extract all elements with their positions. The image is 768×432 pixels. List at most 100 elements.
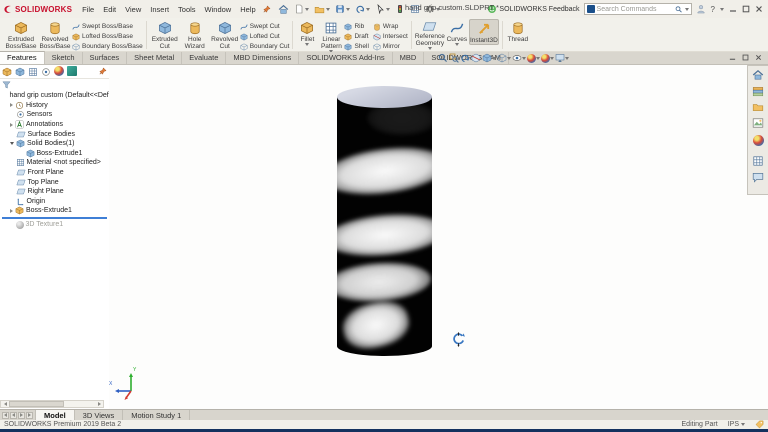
save-button[interactable] — [334, 3, 351, 15]
tree-item-front-plane[interactable]: Front Plane — [2, 168, 109, 178]
graphics-viewport[interactable]: X Y — [109, 65, 768, 409]
hole-wizard-button[interactable]: Hole Wizard — [180, 19, 210, 50]
linear-pattern-button[interactable]: Linear Pattern — [318, 19, 344, 53]
new-document-button[interactable] — [293, 3, 310, 15]
prev-tab-icon[interactable] — [10, 412, 17, 419]
tab-sketch[interactable]: Sketch — [45, 52, 83, 64]
apply-scene-icon[interactable] — [541, 54, 554, 63]
previous-view-icon[interactable] — [460, 53, 470, 63]
open-button[interactable] — [313, 3, 331, 16]
menu-window[interactable]: Window — [201, 3, 236, 16]
hide-show-items-icon[interactable] — [512, 53, 526, 63]
view-palette-icon[interactable] — [752, 117, 764, 129]
tab-sheet-metal[interactable]: Sheet Metal — [127, 52, 182, 64]
view-orientation-icon[interactable] — [482, 53, 496, 63]
doc-minimize-icon[interactable] — [729, 54, 736, 61]
lofted-cut-button[interactable]: Lofted Cut — [240, 32, 290, 41]
scroll-left-icon[interactable] — [1, 401, 9, 407]
model-hand-grip-body[interactable] — [337, 97, 432, 356]
tree-item-sensors[interactable]: Sensors — [2, 110, 109, 120]
login-person-icon[interactable] — [696, 4, 706, 14]
tree-item-annotations[interactable]: Annotations — [2, 120, 109, 130]
shell-button[interactable]: Shell — [344, 42, 368, 51]
expand-icon[interactable] — [10, 103, 13, 107]
curves-button[interactable]: Curves — [445, 19, 469, 46]
search-scope-icon[interactable] — [587, 5, 595, 13]
search-input[interactable] — [597, 6, 673, 13]
zoom-to-fit-icon[interactable] — [438, 53, 448, 63]
tree-item-solid-bodies[interactable]: Solid Bodies(1) — [2, 139, 109, 149]
draft-button[interactable]: Draft — [344, 32, 368, 41]
tab-solidworks-add-ins[interactable]: SOLIDWORKS Add-Ins — [299, 52, 392, 64]
reference-geometry-button[interactable]: Reference Geometry — [415, 19, 445, 50]
fillet-button[interactable]: Fillet — [296, 19, 318, 46]
help-button[interactable]: ? — [711, 5, 715, 14]
propertymanager-tab[interactable] — [15, 67, 25, 77]
expand-icon[interactable] — [10, 123, 13, 127]
search-icon[interactable] — [675, 5, 683, 14]
select-button[interactable] — [374, 3, 391, 15]
dimxpertmanager-tab[interactable] — [41, 67, 51, 77]
tab-mbd[interactable]: MBD — [393, 52, 425, 64]
panel-horizontal-scrollbar[interactable] — [0, 400, 104, 408]
rib-button[interactable]: Rib — [344, 22, 368, 31]
undo-button[interactable] — [354, 3, 371, 15]
tab-model[interactable]: Model — [36, 410, 75, 420]
intersect-button[interactable]: Intersect — [373, 32, 408, 41]
home-button[interactable] — [277, 3, 290, 16]
search-caret-icon[interactable] — [685, 8, 689, 11]
tree-filter-icon[interactable] — [2, 80, 11, 89]
tree-item-surface-bodies[interactable]: Surface Bodies — [2, 129, 109, 139]
menu-help[interactable]: Help — [236, 3, 259, 16]
tab-motion-study-1[interactable]: Motion Study 1 — [123, 410, 190, 420]
rebuild-button[interactable] — [394, 3, 406, 15]
mirror-button[interactable]: Mirror — [373, 42, 408, 51]
minimize-icon[interactable] — [729, 5, 737, 13]
menu-view[interactable]: View — [121, 3, 145, 16]
menu-file[interactable]: File — [78, 3, 98, 16]
help-caret-icon[interactable] — [720, 8, 724, 11]
zoom-to-area-icon[interactable] — [449, 53, 459, 63]
custom-properties-icon[interactable] — [752, 155, 764, 167]
tree-item-material[interactable]: Material <not specified> — [2, 158, 109, 168]
boundary-cut-button[interactable]: Boundary Cut — [240, 42, 290, 51]
scroll-right-icon[interactable] — [95, 401, 103, 407]
configurationmanager-tab[interactable] — [28, 67, 38, 77]
tree-item-right-plane[interactable]: Right Plane — [2, 187, 109, 197]
display-style-icon[interactable] — [497, 53, 511, 63]
instant3d-button[interactable]: Instant3D — [469, 19, 499, 45]
tab-surfaces[interactable]: Surfaces — [83, 52, 128, 64]
menu-pin-icon[interactable] — [262, 5, 271, 14]
tree-item-origin[interactable]: Origin — [2, 197, 109, 207]
doc-close-icon[interactable] — [755, 54, 762, 61]
file-explorer-icon[interactable] — [752, 101, 764, 113]
appearances-icon[interactable] — [753, 133, 764, 151]
forum-icon[interactable] — [752, 171, 764, 183]
tree-item-root[interactable]: hand grip custom (Default<<Default>_ — [2, 91, 109, 101]
swept-cut-button[interactable]: Swept Cut — [240, 22, 290, 31]
tab-mbd-dimensions[interactable]: MBD Dimensions — [226, 52, 299, 64]
feedback-button[interactable]: SOLIDWORKS Feedback — [487, 4, 579, 14]
boundary-boss-button[interactable]: Boundary Boss/Base — [72, 42, 143, 51]
revolved-cut-button[interactable]: Revolved Cut — [210, 19, 240, 50]
extruded-boss-button[interactable]: Extruded Boss/Base — [4, 19, 38, 50]
extruded-cut-button[interactable]: Extruded Cut — [150, 19, 180, 50]
tab-3d-views[interactable]: 3D Views — [75, 410, 124, 420]
view-settings-icon[interactable] — [555, 53, 569, 63]
tab-features[interactable]: Features — [0, 51, 45, 64]
scrollbar-thumb[interactable] — [9, 401, 64, 407]
tree-item-history[interactable]: History — [2, 101, 109, 111]
doc-restore-icon[interactable] — [742, 54, 749, 61]
units-selector[interactable]: IPS — [728, 421, 745, 428]
tree-item-3d-texture1[interactable]: 3D Texture1 — [2, 220, 109, 230]
tree-item-top-plane[interactable]: Top Plane — [2, 177, 109, 187]
tag-icon[interactable] — [755, 420, 764, 429]
swept-boss-button[interactable]: Swept Boss/Base — [72, 22, 143, 31]
first-tab-icon[interactable] — [2, 412, 9, 419]
rollback-bar[interactable] — [2, 217, 107, 219]
collapse-icon[interactable] — [10, 142, 14, 145]
menu-tools[interactable]: Tools — [174, 3, 200, 16]
tree-item-boss-extrude1[interactable]: Boss-Extrude1 — [2, 206, 109, 216]
menu-insert[interactable]: Insert — [146, 3, 173, 16]
next-tab-icon[interactable] — [18, 412, 25, 419]
